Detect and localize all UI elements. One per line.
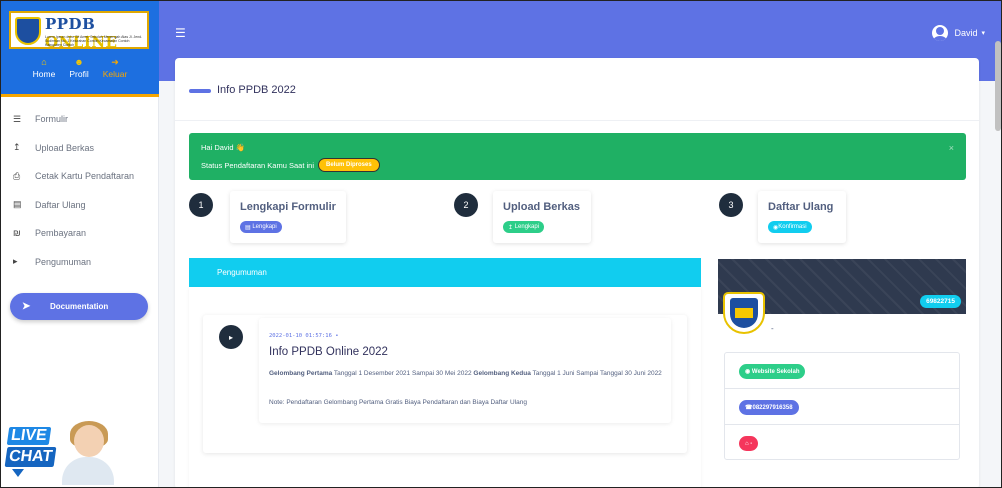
greeting-text: Hai David 👋: [201, 143, 245, 152]
step-1-button[interactable]: ▤ Lengkapi: [240, 221, 282, 233]
app-window: PPDB ONLINE Lorem Ipsum dolor Sit Amet, …: [0, 0, 1002, 488]
brand-subtitle: Lorem Ipsum dolor Sit Amet, Sekolah Mene…: [45, 35, 143, 47]
home-icon: ⌂: [41, 57, 47, 67]
megaphone-icon: ▸: [219, 325, 243, 349]
chat-bubble-tail: [12, 469, 24, 477]
id-card-icon: ▤: [13, 199, 22, 210]
page-scrollbar[interactable]: [995, 41, 1001, 131]
step-3-button[interactable]: ◉ Konfirmasi: [768, 221, 812, 233]
upload-icon: ↥: [13, 142, 21, 153]
announcement-note: Note: Pendaftaran Gelombang Pertama Grat…: [269, 399, 527, 406]
link-row-whatsapp: ☎ 082297916358: [725, 389, 959, 425]
sidebar-header: PPDB ONLINE Lorem Ipsum dolor Sit Amet, …: [1, 1, 159, 97]
main-card: Info PPDB 2022 Hai David 👋 Status Pendaf…: [175, 58, 979, 487]
chat-label: CHAT: [4, 447, 57, 467]
step-3-title: Daftar Ulang: [768, 201, 834, 213]
live-chat-widget[interactable]: LIVE CHAT: [4, 413, 118, 485]
address-button[interactable]: ⌂ -: [739, 436, 759, 451]
logout-link[interactable]: ➜ Keluar: [103, 57, 128, 79]
page-title: Info PPDB 2022: [217, 84, 296, 96]
book-icon: [735, 308, 753, 318]
link-row-website: ◉ Website Sekolah: [725, 353, 959, 389]
announcement-date: 2022-01-10 01:57:16 •: [269, 333, 339, 339]
chevron-down-icon: ▾: [981, 30, 985, 37]
sidebar-item-formulir[interactable]: ☰ Formulir: [1, 105, 159, 134]
school-links: ◉ Website Sekolah ☎ 082297916358 ⌂ -: [724, 352, 960, 460]
close-icon[interactable]: ×: [949, 143, 954, 153]
sidebar-nav: ☰ Formulir ↥ Upload Berkas ⎙ Cetak Kartu…: [1, 105, 159, 276]
home-link[interactable]: ⌂ Home: [33, 57, 56, 79]
user-icon: ☻: [74, 57, 84, 67]
logout-icon: ➜: [111, 57, 119, 67]
avatar: [932, 25, 949, 41]
announcement-item: 2022-01-10 01:57:16 • Info PPDB Online 2…: [259, 318, 671, 423]
school-logo: [723, 292, 765, 334]
form-icon: ▤: [245, 224, 253, 231]
sidebar-item-upload-berkas[interactable]: ↥ Upload Berkas: [1, 134, 159, 163]
sidebar-item-pengumuman[interactable]: ▸ Pengumuman: [1, 248, 159, 277]
status-line: Status Pendaftaran Kamu Saat ini Belum D…: [201, 158, 380, 172]
status-badge: Belum Diproses: [318, 158, 380, 172]
step-1-card: Lengkapi Formulir ▤ Lengkapi: [230, 191, 346, 243]
rocket-icon: ➤: [22, 301, 31, 312]
step-2-card: Upload Berkas ↥ Lengkapi: [493, 191, 591, 243]
print-icon: ⎙: [13, 170, 21, 181]
profile-link[interactable]: ☻ Profil: [69, 57, 88, 79]
announcement-title: Info PPDB Online 2022: [269, 346, 388, 358]
school-emblem-icon: [15, 17, 41, 45]
sidebar: PPDB ONLINE Lorem Ipsum dolor Sit Amet, …: [1, 1, 159, 487]
status-alert: Hai David 👋 Status Pendaftaran Kamu Saat…: [189, 133, 966, 180]
globe-icon: ◉: [745, 369, 752, 375]
upload-icon: ↥: [508, 224, 515, 231]
step-2-title: Upload Berkas: [503, 201, 581, 213]
step-1-number: 1: [189, 193, 213, 217]
list-icon: ☰: [13, 113, 22, 124]
step-2-number: 2: [454, 193, 478, 217]
sidebar-item-pembayaran[interactable]: ₪ Pembayaran: [1, 219, 159, 248]
live-label: LIVE: [6, 427, 51, 445]
sidebar-item-cetak-kartu[interactable]: ⎙ Cetak Kartu Pendaftaran: [1, 162, 159, 191]
link-row-address: ⌂ -: [725, 425, 959, 461]
website-button[interactable]: ◉ Website Sekolah: [739, 364, 806, 379]
announcement-header: Pengumuman: [189, 258, 701, 287]
npsn-badge: 69822715: [920, 295, 961, 308]
user-name: David: [954, 28, 978, 38]
whatsapp-icon: ☎: [745, 405, 753, 411]
agent-body: [62, 457, 114, 485]
sidebar-item-daftar-ulang[interactable]: ▤ Daftar Ulang: [1, 191, 159, 220]
user-menu[interactable]: David ▾: [932, 25, 985, 41]
announcement-text: Gelombang Pertama Tanggal 1 Desember 202…: [269, 370, 662, 377]
school-name: -: [771, 324, 774, 333]
megaphone-icon: ▸: [13, 256, 18, 267]
agent-avatar: [74, 425, 104, 457]
step-2-button[interactable]: ↥ Lengkapi: [503, 221, 545, 233]
step-1-title: Lengkapi Formulir: [240, 201, 336, 213]
sidebar-quick-links: ⌂ Home ☻ Profil ➜ Keluar: [1, 57, 159, 79]
step-3-card: Daftar Ulang ◉ Konfirmasi: [758, 191, 846, 243]
title-accent-bar: [189, 89, 211, 93]
card-header: Info PPDB 2022: [175, 58, 979, 121]
documentation-button[interactable]: ➤ Documentation: [10, 293, 148, 320]
whatsapp-button[interactable]: ☎ 082297916358: [739, 400, 799, 415]
money-icon: ₪: [13, 228, 21, 239]
hamburger-icon[interactable]: ☰: [175, 26, 186, 40]
brand-logo[interactable]: PPDB ONLINE Lorem Ipsum dolor Sit Amet, …: [9, 11, 149, 51]
step-3-number: 3: [719, 193, 743, 217]
